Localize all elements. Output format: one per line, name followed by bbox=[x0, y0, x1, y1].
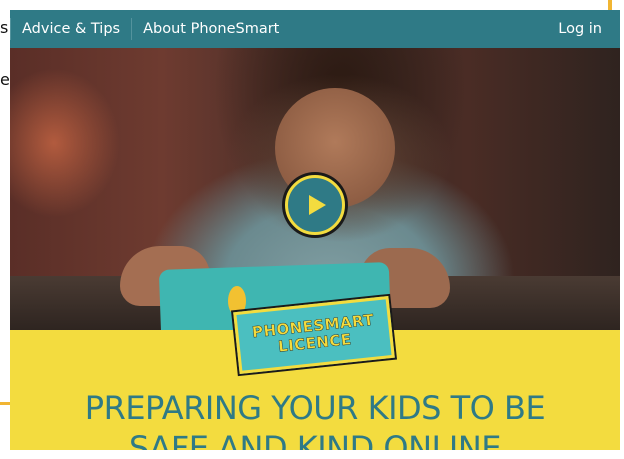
nav-item-advice-tips[interactable]: Advice & Tips bbox=[11, 21, 131, 37]
headline-line2: SAFE AND KIND ONLINE bbox=[129, 429, 501, 450]
login-link[interactable]: Log in bbox=[547, 21, 620, 37]
top-nav: Advice & Tips About PhoneSmart Log in bbox=[10, 10, 620, 48]
page-viewport: Advice & Tips About PhoneSmart Log in PH… bbox=[10, 10, 620, 450]
left-edge-strip: s e bbox=[0, 0, 10, 459]
edge-crumb: s bbox=[0, 18, 9, 37]
page-headline: PREPARING YOUR KIDS TO BE SAFE AND KIND … bbox=[10, 388, 620, 450]
edge-crumb: e bbox=[0, 70, 10, 89]
play-button[interactable] bbox=[285, 175, 345, 235]
nav-item-about-phonesmart[interactable]: About PhoneSmart bbox=[132, 21, 290, 37]
headline-line1: PREPARING YOUR KIDS TO BE bbox=[84, 389, 546, 427]
hero-background-lamp bbox=[10, 68, 120, 218]
play-icon bbox=[309, 195, 326, 215]
